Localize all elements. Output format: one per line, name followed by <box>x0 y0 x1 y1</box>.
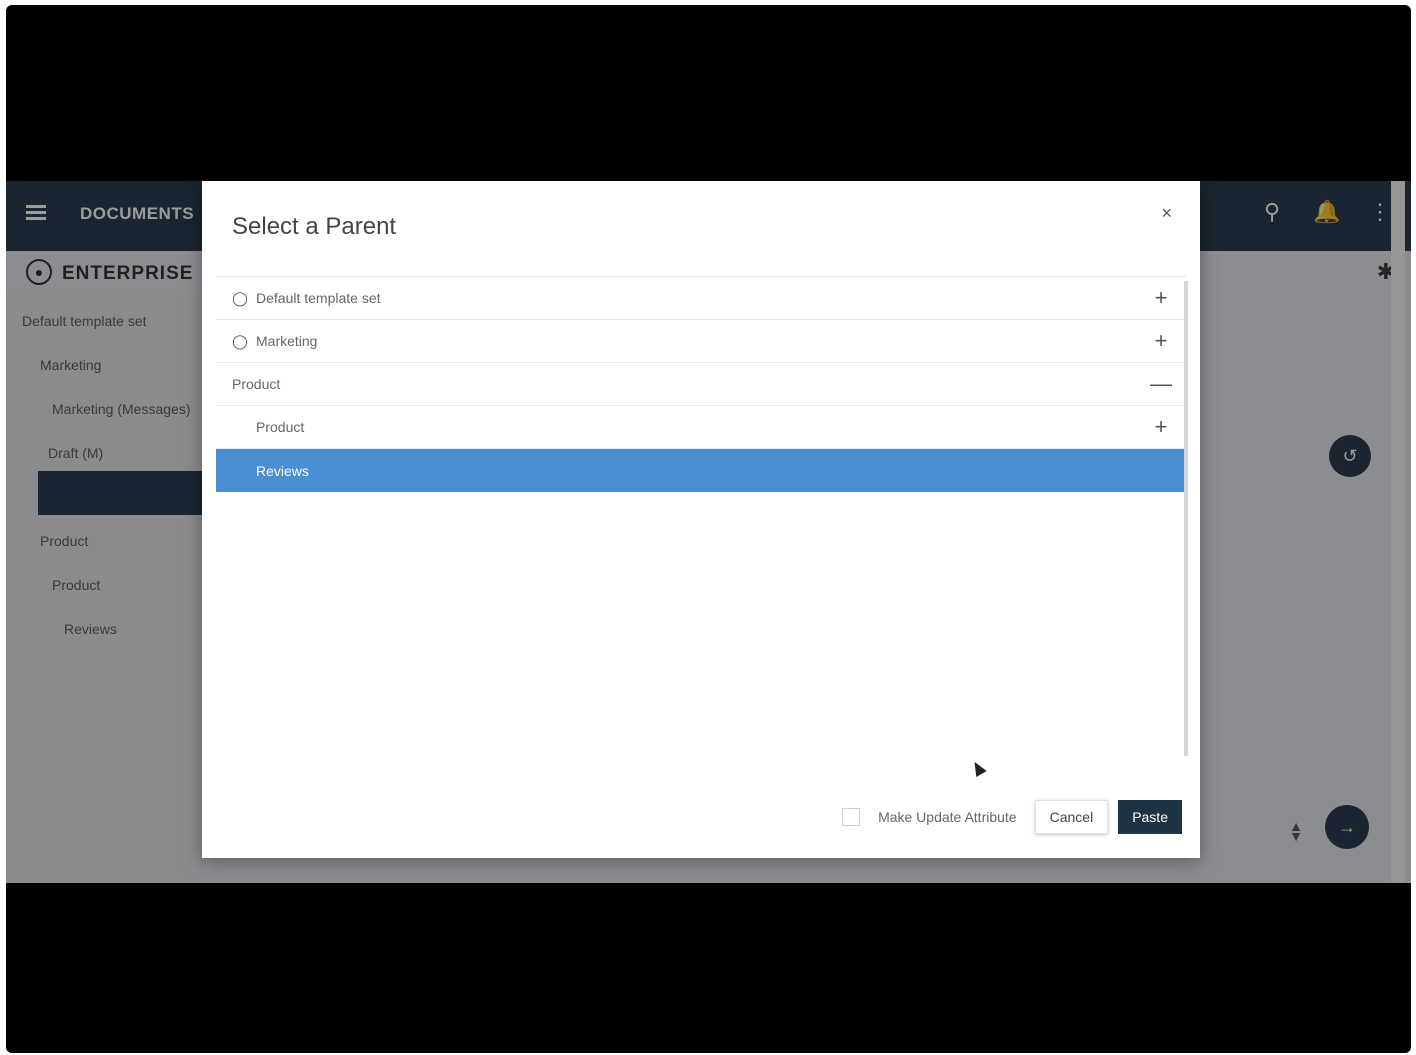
select-parent-dialog: Select a Parent × ◯ Default template set… <box>202 181 1200 858</box>
paste-button[interactable]: Paste <box>1118 800 1182 834</box>
dialog-title: Select a Parent <box>232 213 397 240</box>
collapse-icon[interactable]: — <box>1146 371 1176 397</box>
close-icon[interactable]: × <box>1161 203 1172 224</box>
tree-row-reviews[interactable]: Reviews <box>216 449 1186 492</box>
tree-row-label: Marketing <box>256 333 318 349</box>
history-icon: ◯ <box>232 289 248 306</box>
make-update-attribute-checkbox[interactable] <box>842 808 861 826</box>
video-frame: DOCUMENTS ⚲ 🔔 ⋮ ● ENTERPRISE ✱ Default t… <box>6 5 1411 1053</box>
expand-icon[interactable]: + <box>1146 285 1176 311</box>
expand-icon[interactable]: + <box>1146 328 1176 354</box>
expand-icon[interactable]: + <box>1146 414 1176 440</box>
tree-row-product-child[interactable]: Product + <box>216 406 1186 449</box>
tree-row-marketing[interactable]: ◯ Marketing + <box>216 320 1186 363</box>
tree-row-label: Default template set <box>256 290 381 306</box>
dialog-footer: Make Update Attribute Cancel Paste <box>842 800 1182 834</box>
history-icon: ◯ <box>232 332 248 349</box>
tree-row-label: Product <box>232 376 281 392</box>
checkbox-label: Make Update Attribute <box>878 809 1017 825</box>
tree-row-default-template-set[interactable]: ◯ Default template set + <box>216 277 1186 320</box>
tree-row-product[interactable]: Product — <box>216 363 1186 406</box>
tree-row-label: Product <box>256 419 305 435</box>
cancel-button[interactable]: Cancel <box>1034 800 1109 834</box>
dialog-scrollbar[interactable] <box>1184 281 1188 756</box>
tree-row-label: Reviews <box>256 462 309 479</box>
parent-tree: ◯ Default template set + ◯ Marketing + P… <box>216 276 1186 757</box>
